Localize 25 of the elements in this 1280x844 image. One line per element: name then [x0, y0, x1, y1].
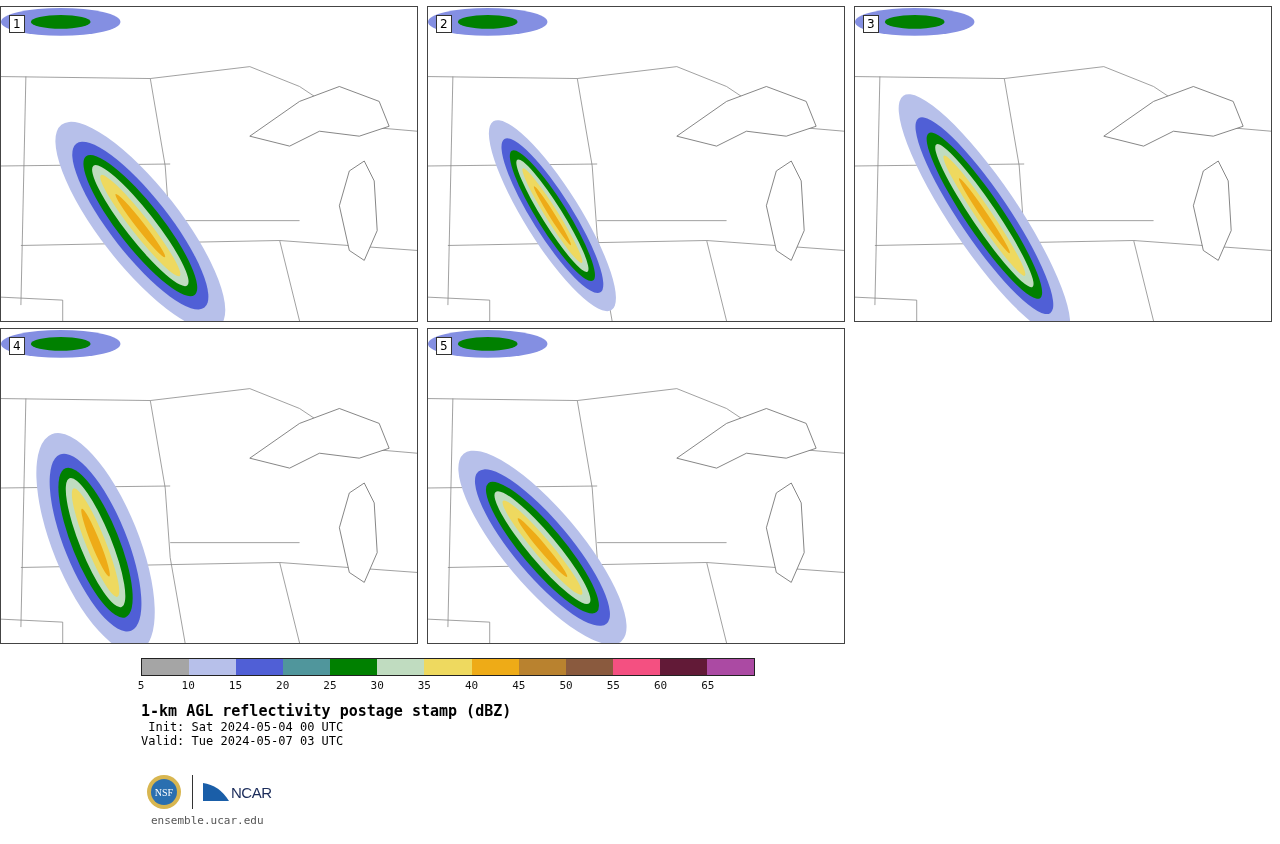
tick-label: 50: [559, 679, 573, 692]
nsf-logo: NSF: [146, 774, 182, 810]
tick-label: 60: [653, 679, 668, 692]
tick-label: 15: [228, 679, 243, 692]
ncar-logo: NCAR: [231, 783, 272, 801]
ncar-logo-icon: [203, 783, 229, 801]
chart-title: 1-km AGL reflectivity postage stamp (dBZ): [141, 702, 513, 720]
tick-label: 5: [137, 679, 145, 692]
tick-label: 55: [606, 679, 620, 692]
tick-label: 30: [370, 679, 384, 692]
tick-label: 25: [323, 679, 337, 692]
panel-number: 1: [9, 15, 25, 33]
valid-time: Valid: Tue 2024-05-07 03 UTC: [141, 734, 345, 748]
tick-label: 40: [465, 679, 479, 692]
panel-number: 3: [863, 15, 879, 33]
panel-number: 4: [9, 337, 25, 355]
tick-label: 20: [276, 679, 290, 692]
tick-label: 10: [181, 679, 195, 692]
panel-number: 5: [436, 337, 452, 355]
tick-label: 45: [512, 679, 526, 692]
website-url: ensemble.ucar.edu: [151, 814, 265, 827]
tick-label: 65: [701, 679, 715, 692]
panel-number: 2: [436, 15, 452, 33]
tick-label: 35: [417, 679, 431, 692]
init-time: Init: Sat 2024-05-04 00 UTC: [147, 720, 345, 734]
